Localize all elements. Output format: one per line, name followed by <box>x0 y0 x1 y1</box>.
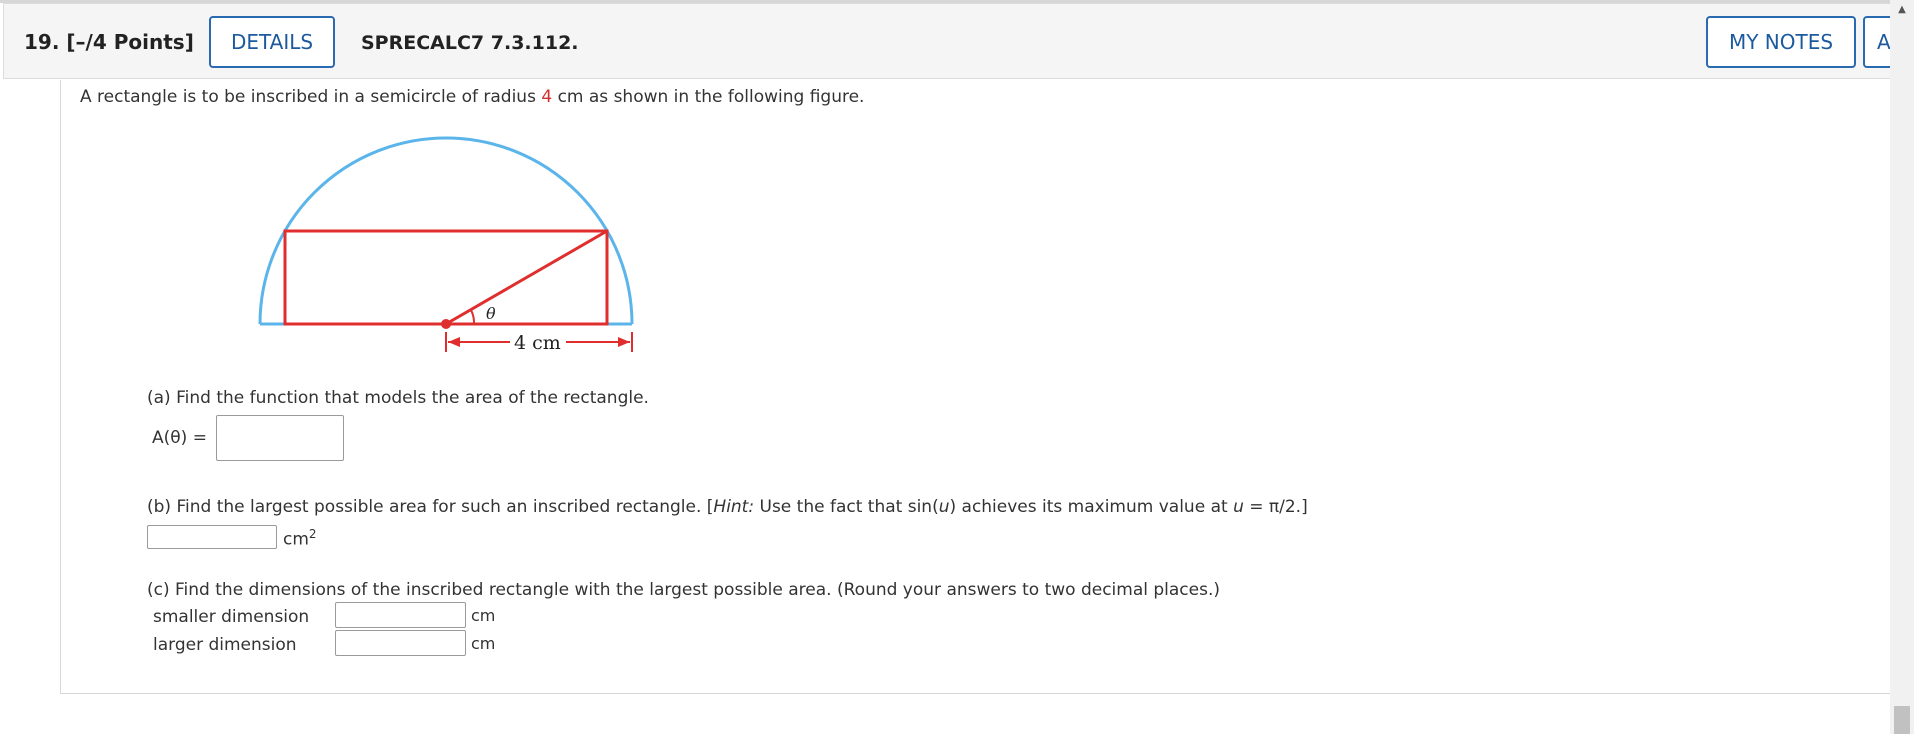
part-b-prompt: (b) Find the largest possible area for s… <box>147 497 1308 517</box>
radius-dimension-label: 4 cm <box>514 332 561 354</box>
semicircle-rectangle-figure: θ 4 cm <box>258 136 634 354</box>
part-b-unit: cm2 <box>283 527 317 550</box>
smaller-dimension-label: smaller dimension <box>153 607 310 627</box>
var-u: u <box>938 497 950 517</box>
larger-dimension-unit: cm <box>471 634 496 653</box>
intro-text-end: cm as shown in the following figure. <box>552 87 865 107</box>
question-header: 19. [–/4 Points] DETAILS SPRECALC7 7.3.1… <box>3 3 1914 79</box>
problem-statement: A rectangle is to be inscribed in a semi… <box>80 87 864 107</box>
my-notes-button[interactable]: MY NOTES <box>1706 16 1856 68</box>
vertical-scrollbar[interactable]: ▲ <box>1890 0 1914 734</box>
dimension-arrow-left <box>448 337 460 347</box>
radius-value: 4 <box>541 87 553 107</box>
part-b-text-4: = π/2.] <box>1243 497 1308 517</box>
smaller-dimension-input[interactable] <box>335 602 466 628</box>
radius-line <box>445 229 608 326</box>
part-b-text-3: ) achieves its maximum value at <box>949 497 1234 517</box>
smaller-dimension-unit: cm <box>471 606 496 625</box>
theta-arc <box>470 309 476 325</box>
hint-word: Hint: <box>713 497 755 517</box>
part-b-text-1: (b) Find the largest possible area for s… <box>147 497 714 517</box>
inscribed-rectangle <box>283 229 609 326</box>
part-a-label: A(θ) = <box>152 428 207 448</box>
scroll-up-arrow-icon[interactable]: ▲ <box>1890 0 1914 20</box>
part-a-answer-input[interactable] <box>216 415 344 461</box>
larger-dimension-input[interactable] <box>335 630 466 656</box>
question-number-points: 19. [–/4 Points] <box>24 30 194 54</box>
larger-dimension-label: larger dimension <box>153 635 297 655</box>
question-number: 19. <box>24 30 60 54</box>
dimension-arrow-right <box>618 337 630 347</box>
center-point <box>441 319 451 329</box>
intro-text-start: A rectangle is to be inscribed in a semi… <box>80 87 542 107</box>
part-b-unit-exponent: 2 <box>308 527 317 541</box>
points-label: [–/4 Points] <box>66 30 194 54</box>
question-id: SPRECALC7 7.3.112. <box>361 32 579 54</box>
part-b-answer-input[interactable] <box>147 525 277 549</box>
details-button[interactable]: DETAILS <box>209 16 335 68</box>
part-a-prompt: (a) Find the function that models the ar… <box>147 388 649 408</box>
theta-label: θ <box>486 304 496 323</box>
scrollbar-thumb[interactable] <box>1894 706 1910 734</box>
part-b-unit-text: cm <box>283 529 309 550</box>
part-c-prompt: (c) Find the dimensions of the inscribed… <box>147 580 1221 600</box>
var-u-2: u <box>1233 497 1244 517</box>
part-b-text-2: Use the fact that sin( <box>754 497 939 517</box>
